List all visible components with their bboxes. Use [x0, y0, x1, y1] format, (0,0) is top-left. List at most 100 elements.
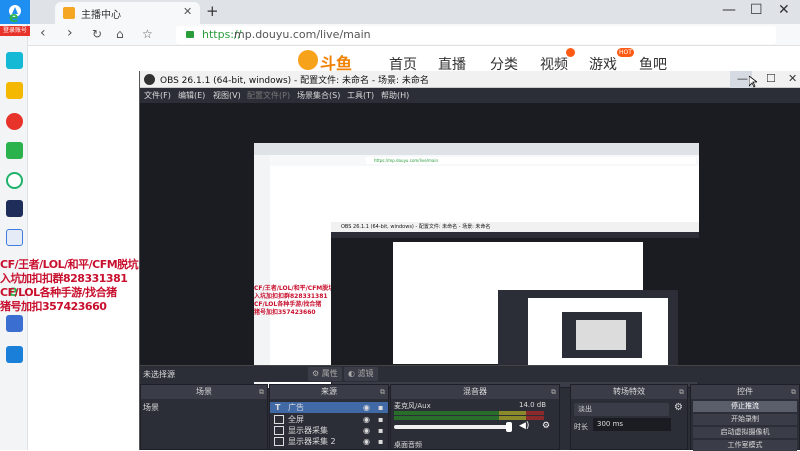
close-window-button[interactable]: ✕	[778, 2, 790, 18]
source-item[interactable]: 全屏 ◉ ▪	[270, 414, 388, 425]
scenes-dock: 场景 ⧉ 场景	[140, 384, 268, 450]
text-source-icon: T	[275, 403, 281, 412]
reload-icon[interactable]: ↻	[92, 27, 102, 41]
transitions-header-label: 转场特效	[613, 387, 645, 396]
new-tab-button[interactable]: +	[206, 2, 219, 20]
menu-edit[interactable]: 编辑(E)	[178, 90, 205, 101]
svg-text:e: e	[9, 10, 19, 25]
transition-select[interactable]: 淡出	[574, 403, 669, 416]
preview-nested-browser: https://mp.douyu.com/live/main CF/王者/LOL…	[254, 143, 699, 388]
controls-dock: 控件 ⧉ 停止推流 开始录制 启动虚拟摄像机 工作室模式	[690, 384, 800, 451]
obs-maximize-button[interactable]: ☐	[766, 72, 776, 85]
volume-knob[interactable]	[506, 422, 512, 432]
sidebar-weibo-icon[interactable]	[6, 113, 23, 130]
sidebar-app-1-icon[interactable]	[6, 52, 23, 69]
monitor-icon	[274, 415, 284, 424]
scenes-header-label: 场景	[196, 387, 212, 396]
transition-gear-icon[interactable]: ⚙	[674, 402, 683, 413]
douyu-fish-icon	[298, 50, 318, 70]
sidebar-game-icon[interactable]	[6, 200, 23, 217]
lock-icon[interactable]: ▪	[378, 402, 383, 413]
start-recording-button[interactable]: 开始录制	[693, 414, 797, 425]
dock-gear-icon[interactable]: ⧉	[380, 385, 385, 399]
source-label: 全屏	[288, 415, 304, 424]
back-icon[interactable]: ‹	[40, 25, 46, 41]
source-item[interactable]: T 广告 ◉ ▪	[270, 402, 388, 413]
lock-icon[interactable]: ▪	[378, 436, 383, 447]
obs-close-button[interactable]: ✕	[788, 72, 797, 85]
visibility-eye-icon[interactable]: ◉	[363, 425, 370, 436]
menu-scene-collection[interactable]: 场景集合(S)	[297, 90, 340, 101]
dock-gear-icon[interactable]: ⧉	[259, 385, 264, 399]
dock-gear-icon[interactable]: ⧉	[551, 385, 556, 399]
lock-icon[interactable]: ▪	[378, 425, 383, 436]
tab-anchor-center[interactable]: 主播中心 ✕	[55, 2, 200, 24]
maximize-window-button[interactable]: ☐	[750, 2, 763, 18]
controls-header: 控件 ⧉	[691, 385, 799, 399]
sidebar-p-icon[interactable]	[6, 346, 23, 363]
sources-header: 来源 ⧉	[270, 385, 388, 399]
source-item[interactable]: 显示器采集 2 ◉ ▪	[270, 436, 388, 447]
game-hot-badge: HOT	[617, 48, 634, 57]
sidebar-mail-icon[interactable]	[6, 142, 23, 159]
menu-file[interactable]: 文件(F)	[144, 90, 171, 101]
sidebar-game2-icon[interactable]	[6, 315, 23, 332]
douyu-logo[interactable]: 斗鱼	[298, 48, 358, 73]
mixer-gear-icon[interactable]: ⚙	[542, 421, 550, 431]
mixer-header: 混音器 ⧉	[391, 385, 559, 399]
speaker-icon[interactable]: ◀)	[519, 421, 529, 431]
visibility-eye-icon[interactable]: ◉	[363, 402, 370, 413]
lock-icon[interactable]: ▪	[378, 414, 383, 425]
scene-list-item[interactable]: 场景	[143, 402, 159, 413]
obs-minimize-button[interactable]: —	[737, 72, 748, 85]
menu-profile[interactable]: 配置文件(P)	[247, 90, 290, 101]
mixer-dock: 混音器 ⧉ 麦克风/Aux 14.0 dB ◀) ⚙ 桌面音频	[390, 384, 560, 450]
source-label: 广告	[288, 403, 304, 412]
dock-gear-icon[interactable]: ⧉	[679, 385, 684, 399]
audio-meter-left	[394, 411, 544, 415]
obs-menubar: 文件(F) 编辑(E) 视图(V) 配置文件(P) 场景集合(S) 工具(T) …	[140, 88, 800, 103]
nested-sidebar	[254, 155, 270, 388]
menu-view[interactable]: 视图(V)	[213, 90, 241, 101]
properties-button[interactable]: ⚙ 属性	[308, 367, 342, 381]
bookmark-star-icon[interactable]: ☆	[142, 27, 153, 41]
obs-window: OBS 26.1.1 (64-bit, windows) - 配置文件: 未命名…	[139, 71, 800, 451]
stop-streaming-button[interactable]: 停止推流	[693, 401, 797, 412]
visibility-eye-icon[interactable]: ◉	[363, 436, 370, 447]
transitions-header: 转场特效 ⧉	[571, 385, 687, 399]
sidebar-doc-icon[interactable]	[6, 229, 23, 246]
edge-e-icon[interactable]: e	[7, 9, 23, 26]
duration-input[interactable]: 300 ms	[593, 418, 671, 431]
nested-url: https://mp.douyu.com/live/main	[366, 157, 696, 164]
filters-button[interactable]: ◐ 滤镜	[344, 367, 378, 381]
visibility-eye-icon[interactable]: ◉	[363, 414, 370, 425]
home-icon[interactable]: ⌂	[116, 27, 124, 41]
sidebar-star-icon[interactable]	[6, 82, 23, 99]
audio-meter-right	[394, 416, 544, 420]
menu-tools[interactable]: 工具(T)	[347, 90, 374, 101]
preview-nested-obs: OBS 26.1.1 (64-bit, windows) - 配置文件: 未命名…	[331, 222, 699, 388]
sidebar-cloud-icon[interactable]	[6, 172, 23, 189]
start-virtual-camera-button[interactable]: 启动虚拟摄像机	[693, 427, 797, 438]
nested-tab-strip	[254, 143, 699, 155]
browser-navbar: ‹ › ↻ ⌂ ☆ https:// mp.douyu.com/live/mai…	[0, 24, 800, 46]
forward-icon[interactable]: ›	[67, 25, 73, 41]
monitor-icon	[274, 437, 284, 446]
dock-gear-icon[interactable]: ⧉	[791, 385, 796, 399]
source-item[interactable]: 显示器采集 ◉ ▪	[270, 425, 388, 436]
studio-mode-button[interactable]: 工作室模式	[693, 440, 797, 451]
nested-level5-page	[576, 320, 626, 350]
close-tab-icon[interactable]: ✕	[183, 5, 192, 18]
address-bar[interactable]: https:// mp.douyu.com/live/main	[176, 26, 776, 44]
minimize-window-button[interactable]: —	[722, 2, 736, 18]
obs-preview-area[interactable]: https://mp.douyu.com/live/main CF/王者/LOL…	[140, 103, 800, 388]
menu-help[interactable]: 帮助(H)	[381, 90, 409, 101]
mouse-cursor-icon	[749, 76, 757, 88]
source-label: 显示器采集 2	[288, 437, 336, 446]
mixer-header-label: 混音器	[463, 387, 487, 396]
mixer-track-name: 桌面音频	[394, 441, 422, 449]
volume-slider[interactable]	[394, 422, 512, 432]
overlay-line-4: 猪号加扣357423660	[0, 300, 107, 313]
login-account-button[interactable]: 登录账号	[0, 26, 30, 36]
douyu-favicon-icon	[63, 7, 75, 19]
